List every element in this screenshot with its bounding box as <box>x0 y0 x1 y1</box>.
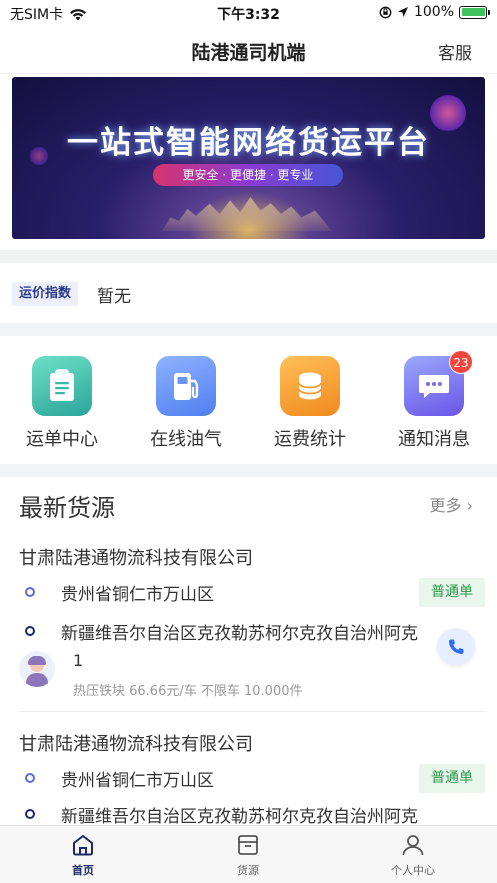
destination-place: 新疆维吾尔自治区克孜勒苏柯尔克孜自治州阿克 <box>61 624 418 644</box>
coin-stack-icon <box>280 356 340 416</box>
destination-dot-icon <box>25 809 35 819</box>
banner-section: 一站式智能网络货运平台 更安全 · 更便捷 · 更专业 <box>0 74 497 250</box>
location-arrow-icon <box>397 7 408 17</box>
menu-label: 运单中心 <box>26 429 98 450</box>
menu-online-fuel[interactable]: 在线油气 <box>131 356 241 451</box>
customer-service-button[interactable]: 客服 <box>438 39 472 64</box>
more-link[interactable]: 更多 › <box>429 492 473 516</box>
tab-label: 个人中心 <box>391 864 435 877</box>
unread-badge: 23 <box>449 350 473 374</box>
call-button[interactable] <box>437 628 475 666</box>
orientation-lock-icon <box>379 6 392 18</box>
chevron-right-icon: › <box>466 496 473 515</box>
banner-tagline: 更安全 · 更便捷 · 更专业 <box>153 164 343 186</box>
destination-row: 新疆维吾尔自治区克孜勒苏柯尔克孜自治州阿克 <box>0 800 497 825</box>
home-icon <box>73 835 93 856</box>
menu-freight-stats[interactable]: 运费统计 <box>255 356 365 451</box>
quick-menu: 运单中心 在线油气 运费统计 23 通知消息 <box>0 336 497 464</box>
order-type-tag: 普通单 <box>419 578 485 607</box>
tab-cargo[interactable]: 货源 <box>198 834 298 878</box>
page-title: 陆港通司机端 <box>191 42 306 64</box>
menu-label: 在线油气 <box>150 429 222 450</box>
destination-dot-icon <box>25 626 35 636</box>
order-type-tag: 普通单 <box>419 764 485 793</box>
tab-label: 首页 <box>72 864 94 877</box>
company-name: 甘肃陆港通物流科技有限公司 <box>19 734 253 755</box>
cargo-box-icon <box>238 835 258 855</box>
tab-label: 货源 <box>237 864 259 877</box>
origin-row: 贵州省铜仁市万山区 普通单 <box>0 764 497 794</box>
user-icon <box>402 835 424 856</box>
origin-place: 贵州省铜仁市万山区 <box>61 771 214 791</box>
freight-index-label: 运价指数 <box>12 282 79 306</box>
origin-dot-icon <box>25 773 35 783</box>
tab-home[interactable]: 首页 <box>33 834 133 878</box>
tab-profile[interactable]: 个人中心 <box>363 834 463 878</box>
latest-cargo-section: 最新货源 更多 › 甘肃陆港通物流科技有限公司 贵州省铜仁市万山区 普通单 新疆… <box>0 477 497 825</box>
freight-index-row: 运价指数 暂无 <box>0 263 497 323</box>
avatar <box>19 651 55 687</box>
card-divider <box>19 711 485 712</box>
destination-place: 新疆维吾尔自治区克孜勒苏柯尔克孜自治州阿克 <box>61 807 418 825</box>
driver-name: 1 <box>73 651 84 670</box>
message-icon: 23 <box>404 350 473 416</box>
origin-place: 贵州省铜仁市万山区 <box>61 585 214 605</box>
freight-index-value: 暂无 <box>97 287 131 307</box>
section-title: 最新货源 <box>19 494 115 522</box>
more-label: 更多 <box>429 496 462 515</box>
city-skyline <box>162 197 332 231</box>
battery-percent: 100% <box>413 4 454 20</box>
company-name: 甘肃陆港通物流科技有限公司 <box>19 548 253 569</box>
menu-notifications[interactable]: 23 通知消息 <box>379 350 489 451</box>
nav-bar: 陆港通司机端 客服 <box>0 26 497 74</box>
menu-waybill-center[interactable]: 运单中心 <box>7 356 117 451</box>
cargo-info: 热压铁块 66.66元/车 不限车 10.000件 <box>73 684 303 699</box>
origin-dot-icon <box>25 587 35 597</box>
menu-label: 通知消息 <box>398 429 470 450</box>
phone-icon <box>449 639 464 654</box>
fuel-pump-icon <box>156 356 216 416</box>
cargo-card[interactable]: 甘肃陆港通物流科技有限公司 贵州省铜仁市万山区 普通单 新疆维吾尔自治区克孜勒苏… <box>0 543 497 713</box>
bottom-tab-bar: 首页 货源 个人中心 <box>0 825 497 883</box>
banner-headline: 一站式智能网络货运平台 <box>67 125 430 161</box>
battery-icon <box>459 5 490 19</box>
menu-label: 运费统计 <box>274 429 346 450</box>
promo-banner[interactable]: 一站式智能网络货运平台 更安全 · 更便捷 · 更专业 <box>12 77 485 239</box>
destination-row: 新疆维吾尔自治区克孜勒苏柯尔克孜自治州阿克 <box>0 617 497 647</box>
status-bar: 无SIM卡 下午3:32 100% <box>0 0 497 26</box>
waybill-icon <box>32 356 92 416</box>
cargo-card[interactable]: 甘肃陆港通物流科技有限公司 贵州省铜仁市万山区 普通单 新疆维吾尔自治区克孜勒苏… <box>0 729 497 825</box>
origin-row: 贵州省铜仁市万山区 普通单 <box>0 578 497 608</box>
